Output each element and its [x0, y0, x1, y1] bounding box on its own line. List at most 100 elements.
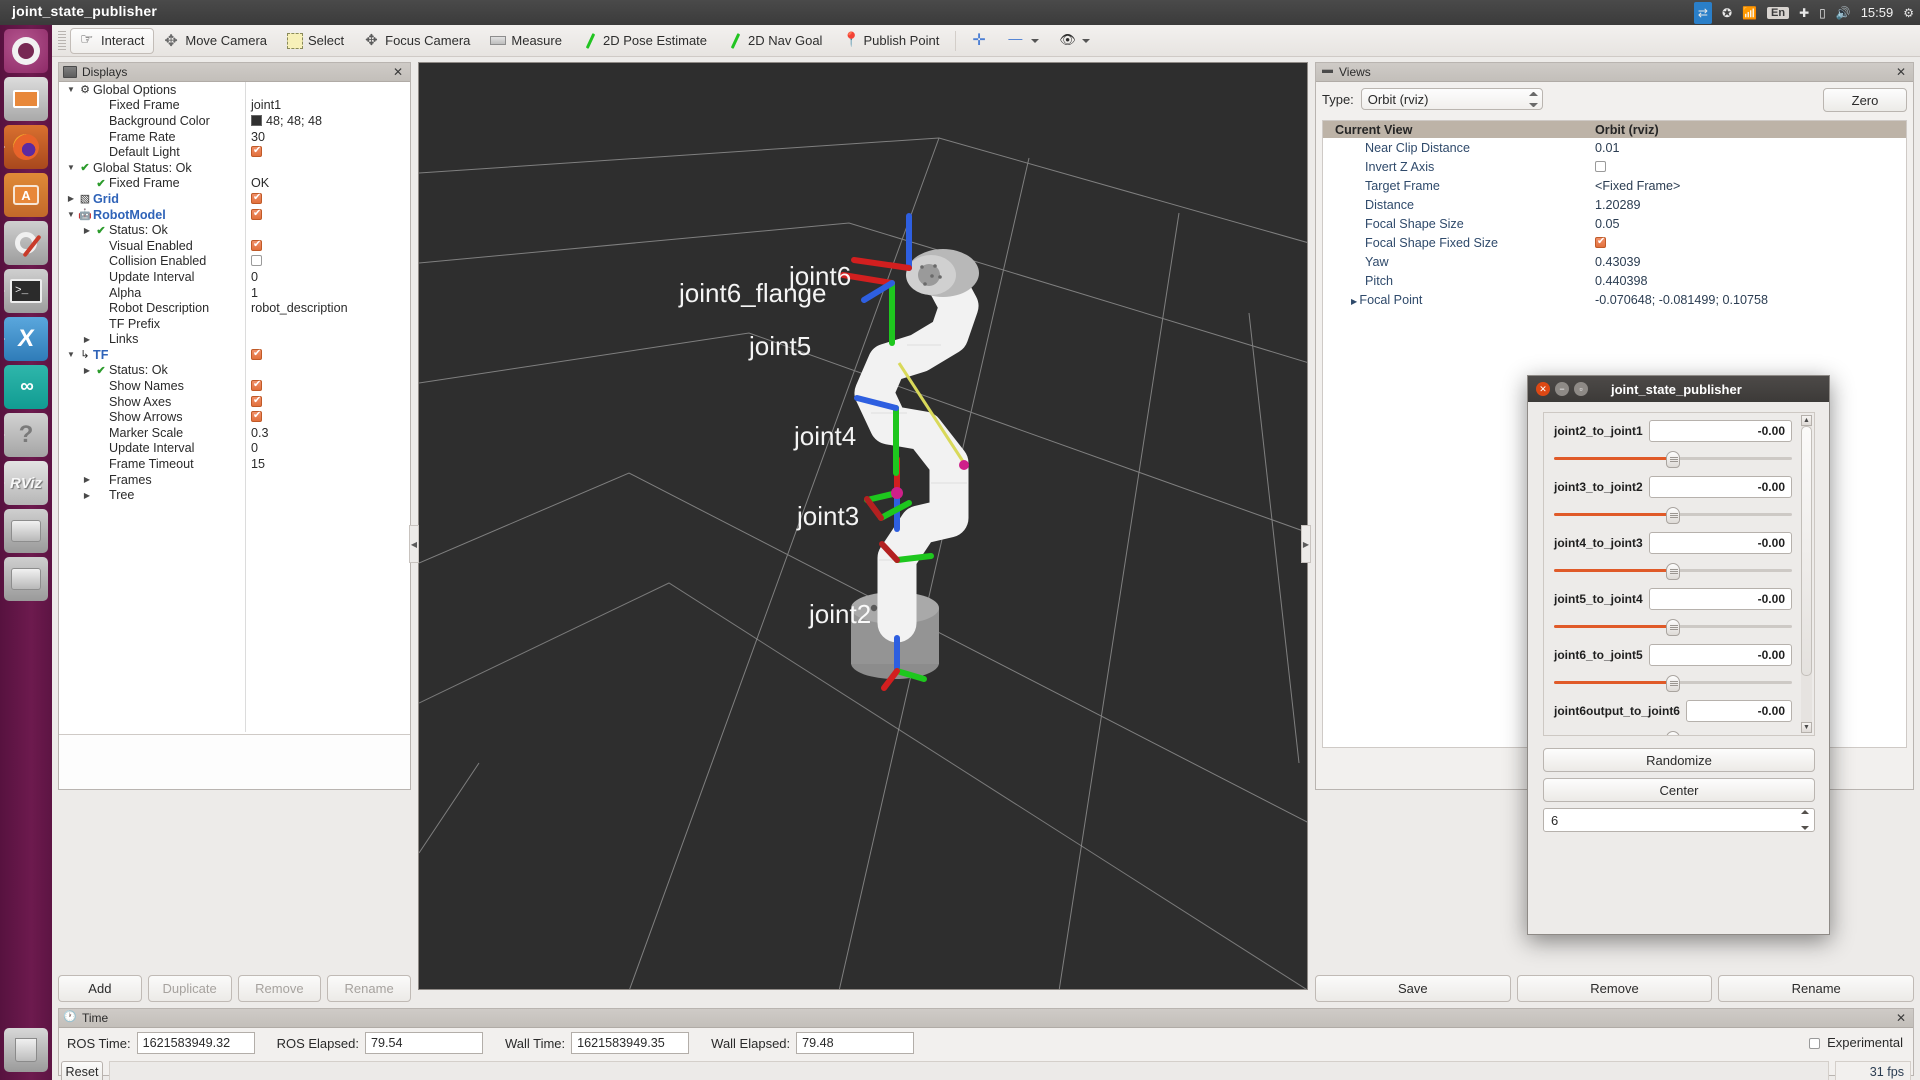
tool-measure[interactable]: Measure — [480, 28, 572, 54]
displays-row-value[interactable]: OK — [251, 176, 269, 190]
views-row[interactable]: ▶ Focal Point -0.070648; -0.081499; 0.107… — [1323, 290, 1906, 309]
launcher-item-firefox[interactable] — [4, 125, 48, 169]
tool-move-camera[interactable]: Move Camera — [154, 28, 277, 54]
tool-focus-camera[interactable]: Focus Camera — [354, 28, 480, 54]
joint-slider[interactable] — [1554, 675, 1792, 692]
dialog-titlebar[interactable]: ✕ − ▫ joint_state_publisher — [1528, 376, 1829, 402]
scrollbar-vertical[interactable]: ▲ ▼ — [1801, 415, 1812, 733]
slider-handle[interactable] — [1666, 563, 1680, 580]
joint-value-input[interactable]: -0.00 — [1648, 476, 1792, 498]
views-row[interactable]: Invert Z Axis — [1323, 157, 1906, 176]
close-icon[interactable]: ✕ — [390, 65, 406, 79]
displays-row[interactable]: Alpha 1 — [59, 285, 410, 301]
remove-view-button[interactable]: Remove — [1516, 975, 1713, 1002]
displays-row-value[interactable] — [251, 379, 262, 393]
joint-sliders-scrollarea[interactable]: joint2_to_joint1 -0.00 joint3_to_joint2 -0.… — [1543, 412, 1815, 736]
tool-2d-nav-goal[interactable]: 2D Nav Goal — [717, 28, 832, 54]
view-type-select[interactable]: Orbit (rviz) — [1360, 88, 1543, 110]
scroll-up-icon[interactable]: ▲ — [1801, 415, 1812, 426]
launcher-item-software-center[interactable]: A — [4, 173, 48, 217]
joint-value-input[interactable]: -0.00 — [1648, 588, 1792, 610]
expand-arrow-icon[interactable]: ▼ — [65, 350, 77, 359]
displays-row[interactable]: Collision Enabled — [59, 254, 410, 270]
displays-row[interactable]: Frame Timeout 15 — [59, 456, 410, 472]
collapse-arrow-icon[interactable]: ▶ — [65, 194, 77, 203]
views-row[interactable]: Distance 1.20289 — [1323, 195, 1906, 214]
experimental-checkbox[interactable] — [1809, 1038, 1821, 1049]
joint-value-input[interactable]: -0.00 — [1648, 420, 1792, 442]
keyboard-layout-indicator[interactable]: En — [1767, 0, 1790, 25]
spinner-arrows-icon[interactable] — [1797, 810, 1812, 830]
close-icon[interactable]: ✕ — [1536, 382, 1550, 396]
displays-row-value[interactable]: 0 — [251, 270, 258, 284]
collapse-arrow-icon[interactable]: ▶ — [81, 335, 93, 344]
3d-render-view[interactable]: joint6_flange joint6 joint5 joint4 joint… — [418, 62, 1308, 990]
maximize-icon[interactable]: ▫ — [1574, 382, 1588, 396]
views-row-value[interactable]: 0.05 — [1595, 217, 1620, 231]
center-button[interactable]: Center — [1543, 778, 1815, 802]
duplicate-button[interactable]: Duplicate — [147, 975, 232, 1002]
checkbox-checked[interactable] — [251, 410, 262, 423]
collapse-arrow-icon[interactable]: ▶ — [81, 475, 93, 484]
displays-row-value[interactable]: joint1 — [251, 98, 281, 112]
close-icon[interactable]: ✕ — [1893, 1011, 1909, 1025]
joint-slider[interactable] — [1554, 507, 1792, 524]
joint-slider[interactable] — [1554, 451, 1792, 468]
network-sync-icon[interactable]: ⇄ — [1693, 1, 1712, 24]
displays-row-value[interactable] — [251, 348, 262, 362]
views-row[interactable]: Pitch 0.440398 — [1323, 271, 1906, 290]
launcher-item-system-settings[interactable] — [4, 221, 48, 265]
displays-row-value[interactable] — [251, 395, 262, 409]
displays-row[interactable]: ▶ ▧ Grid — [59, 191, 410, 207]
views-row[interactable]: Focal Shape Size 0.05 — [1323, 214, 1906, 233]
displays-row[interactable]: Fixed Frame joint1 — [59, 98, 410, 114]
views-row[interactable]: Focal Shape Fixed Size — [1323, 233, 1906, 252]
tool-visibility[interactable] — [1049, 28, 1100, 54]
bluetooth-icon[interactable]: ✚ — [1799, 0, 1809, 25]
toolbar-grip[interactable] — [58, 30, 66, 51]
displays-row-value[interactable]: 48; 48; 48 — [251, 114, 322, 128]
joint-slider[interactable] — [1554, 731, 1792, 735]
displays-row[interactable]: ▼ ⚙ Global Options — [59, 82, 410, 98]
slider-handle[interactable] — [1666, 507, 1680, 524]
launcher-item-help[interactable]: ? — [4, 413, 48, 457]
checkbox-checked[interactable] — [251, 348, 262, 360]
time-field-value[interactable]: 79.48 — [796, 1032, 915, 1054]
displays-row[interactable]: ▶ Tree — [59, 487, 410, 503]
left-collapser[interactable]: ◀ — [409, 525, 419, 563]
time-field-value[interactable]: 1621583949.35 — [571, 1032, 690, 1054]
slider-handle[interactable] — [1666, 731, 1680, 735]
displays-row-value[interactable] — [251, 254, 262, 268]
launcher-item-rviz[interactable]: RViz — [4, 461, 48, 505]
joint-slider[interactable] — [1554, 619, 1792, 636]
joint-count-spinbox[interactable]: 6 — [1543, 808, 1815, 832]
displays-tree[interactable]: ▼ ⚙ Global Options Fixed Frame joint1 Backgro… — [59, 82, 410, 732]
displays-row[interactable]: Frame Rate 30 — [59, 129, 410, 145]
displays-row-value[interactable]: 30 — [251, 130, 265, 144]
joint-slider[interactable] — [1554, 563, 1792, 580]
displays-row[interactable]: Show Arrows — [59, 409, 410, 425]
launcher-item-trash[interactable] — [4, 1028, 48, 1072]
displays-row-value[interactable]: robot_description — [251, 301, 348, 315]
rename-button[interactable]: Rename — [327, 975, 411, 1002]
displays-row[interactable]: Default Light — [59, 144, 410, 160]
right-collapser[interactable]: ▶ — [1301, 525, 1311, 563]
views-row-value[interactable]: 0.01 — [1595, 141, 1620, 155]
collapse-arrow-icon[interactable]: ▶ — [81, 226, 93, 235]
launcher-item-terminal[interactable]: >_ — [4, 269, 48, 313]
color-swatch[interactable] — [251, 114, 262, 126]
tool-select[interactable]: Select — [277, 28, 354, 54]
displays-row[interactable]: TF Prefix — [59, 316, 410, 332]
displays-row[interactable]: ▶ ✔ Status: Ok — [59, 363, 410, 379]
joint-value-input[interactable]: -0.00 — [1685, 700, 1792, 722]
joint-state-publisher-dialog[interactable]: ✕ − ▫ joint_state_publisher joint2_to_jo… — [1527, 375, 1830, 935]
displays-row-value[interactable]: 0.3 — [251, 426, 269, 440]
displays-row-value[interactable] — [251, 410, 262, 424]
scroll-down-icon[interactable]: ▼ — [1801, 722, 1812, 733]
displays-row-value[interactable] — [251, 208, 262, 222]
displays-row-value[interactable]: 0 — [251, 441, 258, 455]
views-row[interactable]: Target Frame <Fixed Frame> — [1323, 176, 1906, 195]
launcher-item-disk-1[interactable] — [4, 509, 48, 553]
launcher-item-arduino[interactable]: ∞ — [4, 365, 48, 409]
tool-publish-point[interactable]: Publish Point — [832, 28, 949, 54]
